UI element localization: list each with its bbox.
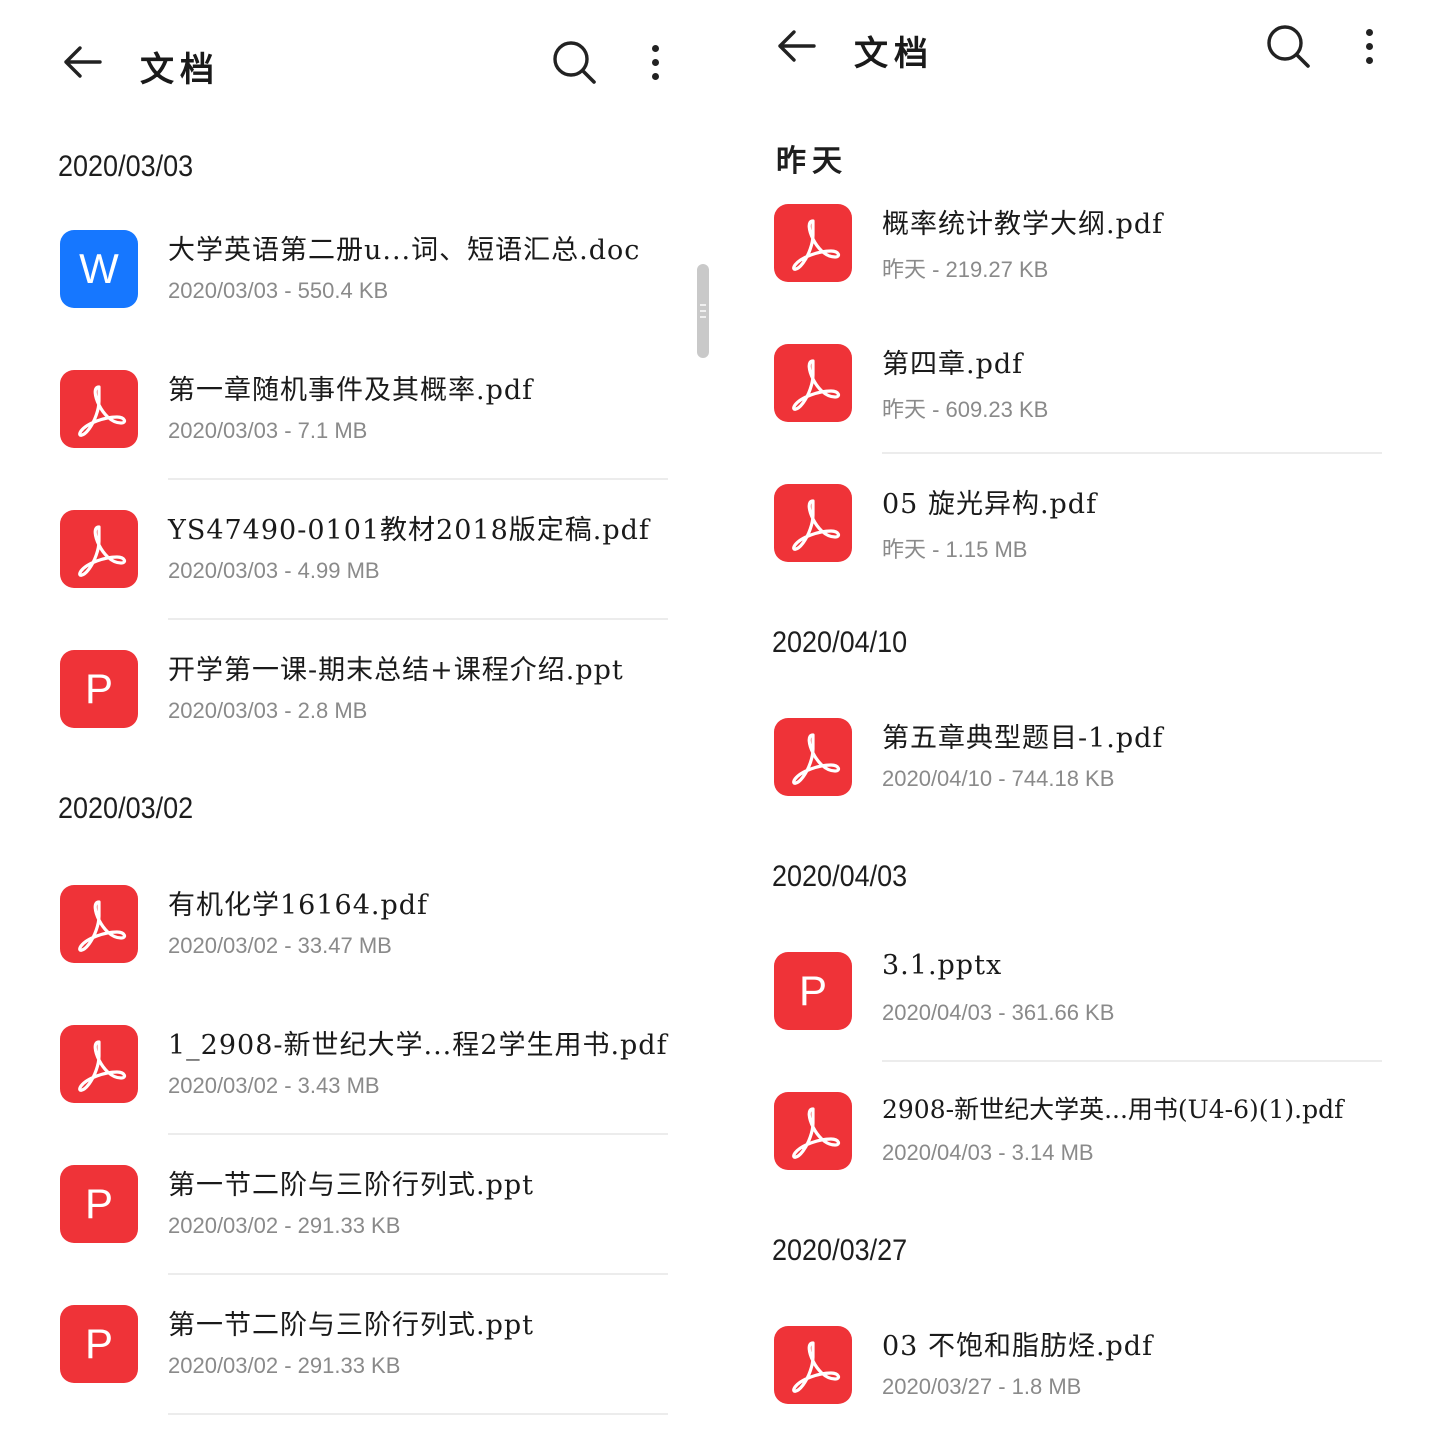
file-row[interactable]: YS47490-0101教材2018版定稿.pdf 2020/03/03 - 4… bbox=[0, 480, 720, 620]
pdf-file-icon bbox=[774, 204, 852, 282]
file-meta: 2020/03/03 - 2.8 MB bbox=[168, 698, 368, 723]
file-name: 1_2908-新世纪大学...程2学生用书.pdf bbox=[168, 1030, 668, 1061]
file-meta: 2020/04/03 - 3.14 MB bbox=[882, 1140, 1094, 1165]
file-meta: 2020/03/02 - 291.33 KB bbox=[168, 1213, 401, 1238]
file-meta: 2020/03/02 - 291.33 KB bbox=[168, 1353, 401, 1378]
section-header-date: 2020/03/27 bbox=[772, 1234, 908, 1267]
page-title: 文档 bbox=[854, 34, 934, 74]
powerpoint-file-icon: P bbox=[774, 952, 852, 1030]
back-arrow-icon bbox=[778, 30, 816, 62]
file-row[interactable]: 05 旋光异构.pdf 昨天 - 1.15 MB bbox=[714, 454, 1434, 594]
powerpoint-file-icon: P bbox=[60, 650, 138, 728]
section-header-date: 2020/04/03 bbox=[772, 860, 908, 893]
file-row[interactable]: 第一章随机事件及其概率.pdf 2020/03/03 - 7.1 MB bbox=[0, 340, 720, 480]
top-app-bar: 文档 bbox=[0, 0, 720, 120]
scrollbar-thumb[interactable] bbox=[697, 264, 709, 358]
file-row[interactable]: 概率统计教学大纲.pdf 昨天 - 219.27 KB bbox=[714, 174, 1434, 314]
section-header-date: 2020/04/10 bbox=[772, 626, 908, 659]
file-meta: 2020/03/02 - 3.43 MB bbox=[168, 1073, 380, 1098]
file-name: 大学英语第二册u...词、短语汇总.doc bbox=[168, 235, 641, 266]
file-row[interactable]: 03 不饱和脂肪烃.pdf 2020/03/27 - 1.8 MB bbox=[714, 1296, 1434, 1436]
file-meta: 昨天 - 1.15 MB bbox=[882, 537, 1028, 562]
file-meta: 2020/03/03 - 4.99 MB bbox=[168, 558, 380, 583]
file-row[interactable]: W 大学英语第二册u...词、短语汇总.doc 2020/03/03 - 550… bbox=[0, 200, 720, 340]
file-meta: 2020/04/03 - 361.66 KB bbox=[882, 1000, 1115, 1025]
left-screen: 文档 2020/03/03 W 大学英语第二册u...词、短语汇总.doc 20… bbox=[0, 0, 720, 1440]
file-name: 3.1.pptx bbox=[882, 950, 1003, 981]
file-meta: 2020/04/10 - 744.18 KB bbox=[882, 766, 1115, 791]
file-row[interactable]: P 开学第一课-期末总结+课程介绍.ppt 2020/03/03 - 2.8 M… bbox=[0, 620, 720, 760]
search-icon bbox=[553, 41, 596, 84]
file-name: 03 不饱和脂肪烃.pdf bbox=[882, 1331, 1154, 1362]
search-button[interactable] bbox=[1264, 22, 1312, 70]
file-name: 概率统计教学大纲.pdf bbox=[882, 209, 1164, 240]
more-options-button[interactable] bbox=[1358, 24, 1382, 72]
file-meta: 2020/03/03 - 7.1 MB bbox=[168, 418, 368, 443]
file-row[interactable]: 第五章典型题目-1.pdf 2020/04/10 - 744.18 KB bbox=[714, 688, 1434, 828]
pdf-file-icon bbox=[774, 484, 852, 562]
file-row[interactable]: 1_2908-新世纪大学...程2学生用书.pdf 2020/03/02 - 3… bbox=[0, 995, 720, 1135]
row-divider bbox=[168, 1413, 668, 1415]
pdf-file-icon bbox=[60, 370, 138, 448]
more-options-button[interactable] bbox=[644, 40, 668, 88]
powerpoint-file-icon: P bbox=[60, 1305, 138, 1383]
back-button[interactable] bbox=[60, 40, 104, 84]
file-meta: 2020/03/27 - 1.8 MB bbox=[882, 1374, 1082, 1399]
file-row[interactable]: 第四章.pdf 昨天 - 609.23 KB bbox=[714, 314, 1434, 454]
file-row[interactable]: P 第一节二阶与三阶行列式.ppt 2020/03/02 - 291.33 KB bbox=[0, 1135, 720, 1275]
pdf-file-icon bbox=[774, 1326, 852, 1404]
section-header-date: 2020/03/03 bbox=[58, 150, 194, 183]
pdf-file-icon bbox=[60, 1025, 138, 1103]
pdf-file-icon bbox=[60, 510, 138, 588]
page-title: 文档 bbox=[140, 50, 220, 90]
file-name: 第一章随机事件及其概率.pdf bbox=[168, 375, 534, 406]
right-screen: 文档 昨天 概率统计教学大纲.pdf 昨天 - 219.27 KB 第四章.pd… bbox=[714, 0, 1434, 1440]
section-header-date: 2020/03/02 bbox=[58, 792, 194, 825]
file-name: 第一节二阶与三阶行列式.ppt bbox=[168, 1310, 534, 1341]
file-name: 有机化学16164.pdf bbox=[168, 890, 429, 921]
file-meta: 昨天 - 609.23 KB bbox=[882, 397, 1049, 422]
powerpoint-file-icon: P bbox=[60, 1165, 138, 1243]
file-row[interactable]: P 3.1.pptx 2020/04/03 - 361.66 KB bbox=[714, 922, 1434, 1062]
file-row[interactable]: P 第一节二阶与三阶行列式.ppt 2020/03/02 - 291.33 KB bbox=[0, 1275, 720, 1415]
file-meta: 2020/03/03 - 550.4 KB bbox=[168, 278, 389, 303]
file-meta: 昨天 - 219.27 KB bbox=[882, 257, 1049, 282]
file-name: 2908-新世纪大学英...用书(U4-6)(1).pdf bbox=[882, 1095, 1344, 1124]
file-name: 开学第一课-期末总结+课程介绍.ppt bbox=[168, 655, 624, 686]
pdf-file-icon bbox=[60, 885, 138, 963]
search-button[interactable] bbox=[550, 38, 598, 86]
file-name: YS47490-0101教材2018版定稿.pdf bbox=[168, 515, 650, 546]
file-meta: 2020/03/02 - 33.47 MB bbox=[168, 933, 392, 958]
file-row[interactable]: 2908-新世纪大学英...用书(U4-6)(1).pdf 2020/04/03… bbox=[714, 1062, 1434, 1202]
file-name: 05 旋光异构.pdf bbox=[882, 489, 1098, 520]
word-file-icon: W bbox=[60, 230, 138, 308]
pdf-file-icon bbox=[774, 344, 852, 422]
back-arrow-icon bbox=[64, 46, 102, 78]
file-name: 第五章典型题目-1.pdf bbox=[882, 723, 1164, 754]
search-icon bbox=[1267, 25, 1310, 68]
file-name: 第四章.pdf bbox=[882, 349, 1024, 380]
pdf-file-icon bbox=[774, 1092, 852, 1170]
back-button[interactable] bbox=[774, 24, 818, 68]
pdf-file-icon bbox=[774, 718, 852, 796]
file-row[interactable]: 有机化学16164.pdf 2020/03/02 - 33.47 MB bbox=[0, 855, 720, 995]
file-name: 第一节二阶与三阶行列式.ppt bbox=[168, 1170, 534, 1201]
top-app-bar: 文档 bbox=[714, 0, 1434, 120]
